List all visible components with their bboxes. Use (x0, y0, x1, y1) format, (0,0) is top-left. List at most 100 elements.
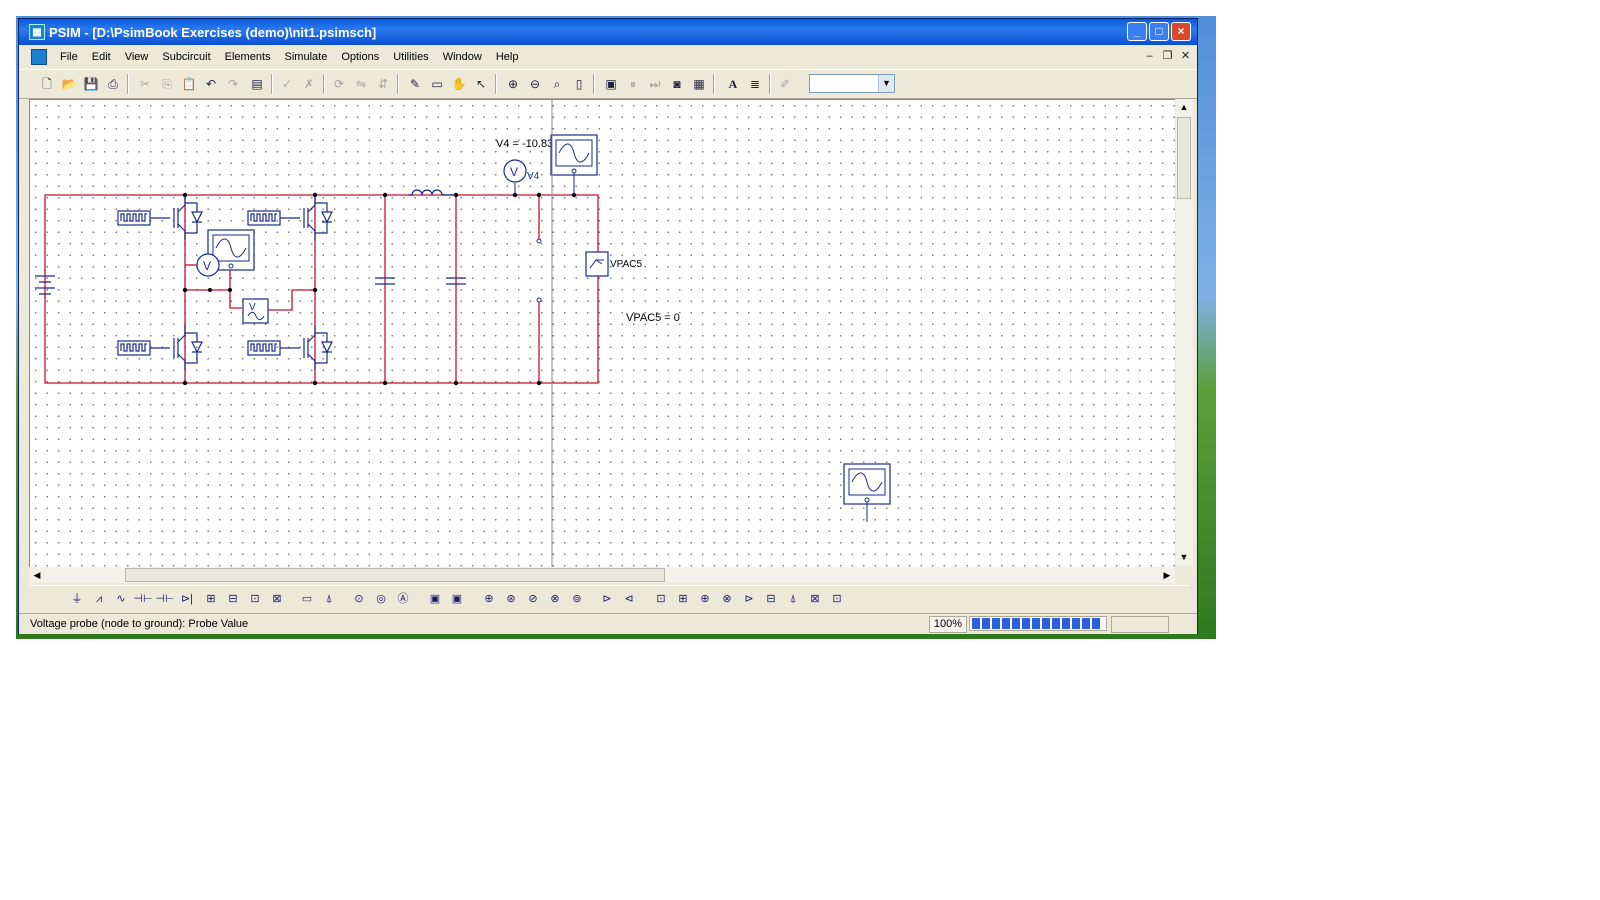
close-icon[interactable]: × (1171, 22, 1191, 41)
ammeter-tool-icon[interactable]: ◎ (371, 589, 391, 609)
waveform-display-icon[interactable]: ▦ (689, 74, 709, 94)
label-tool-icon[interactable]: ⍋ (783, 589, 803, 609)
delete-icon[interactable]: ✗ (299, 74, 319, 94)
vertical-scrollbar[interactable]: ▲ ▼ (1176, 99, 1193, 565)
doc-minimize-icon[interactable]: – (1142, 49, 1157, 64)
scroll-down-icon[interactable]: ▼ (1176, 549, 1192, 565)
subcircuit-tool-icon[interactable]: ⊠ (805, 589, 825, 609)
flip-lr-icon[interactable]: ⇋ (351, 74, 371, 94)
open-folder-icon[interactable]: 📂 (59, 74, 79, 94)
text-icon[interactable]: A (723, 74, 743, 94)
thyristor-tool-icon[interactable]: ⊠ (267, 589, 287, 609)
triangle-source-tool-icon[interactable]: ⊚ (567, 589, 587, 609)
label-icon[interactable]: ▭ (427, 74, 447, 94)
flip-tb-icon[interactable]: ⇵ (373, 74, 393, 94)
toolbar-separator (323, 74, 325, 94)
pan-hand-icon[interactable]: ✋ (449, 74, 469, 94)
psim-app-icon[interactable]: ▦ (29, 24, 45, 40)
doc-close-icon[interactable]: ✕ (1178, 49, 1193, 64)
step-icon[interactable]: ⏭ (645, 74, 665, 94)
vertical-scroll-thumb[interactable] (1177, 117, 1191, 199)
switch-tool-icon[interactable]: ⊞ (201, 589, 221, 609)
ac-source-tool-icon[interactable]: ⊕ (479, 589, 499, 609)
scroll-right-icon[interactable]: ▶ (1159, 567, 1175, 583)
mosfet-tool-icon[interactable]: ⊟ (223, 589, 243, 609)
progress-bar (969, 616, 1107, 631)
current-source-tool-icon[interactable]: ⊘ (523, 589, 543, 609)
menu-options[interactable]: Options (334, 51, 386, 63)
menu-subcircuit[interactable]: Subcircuit (155, 51, 217, 63)
menu-file[interactable]: File (53, 51, 85, 63)
cut-icon[interactable]: ✂ (135, 74, 155, 94)
wire-pencil-icon[interactable]: ✎ (405, 74, 425, 94)
integrator-tool-icon[interactable]: ⊞ (673, 589, 693, 609)
save-icon[interactable]: 💾 (81, 74, 101, 94)
minimize-icon[interactable]: _ (1127, 22, 1147, 41)
floating-scope-icon[interactable] (843, 463, 891, 522)
scope-tool-icon[interactable]: ▣ (425, 589, 445, 609)
gain-tool-icon[interactable]: ⊡ (651, 589, 671, 609)
maximize-icon[interactable]: □ (1149, 22, 1169, 41)
copy-icon[interactable]: ⎘ (157, 74, 177, 94)
text-format-icon[interactable]: ≣ (745, 74, 765, 94)
inductor-icon (408, 189, 456, 196)
probe-tool-icon[interactable]: ⍋ (319, 589, 339, 609)
check-icon[interactable]: ✓ (277, 74, 297, 94)
menu-window[interactable]: Window (436, 51, 489, 63)
diode-tool-icon[interactable]: ⊳| (177, 589, 197, 609)
simview-icon[interactable]: ◙ (667, 74, 687, 94)
element-dropdown[interactable]: ▼ (809, 74, 895, 93)
print-icon[interactable]: ⎙ (103, 74, 123, 94)
horizontal-scroll-thumb[interactable] (125, 568, 665, 582)
edit-image-icon[interactable]: ✐ (775, 74, 795, 94)
menu-view[interactable]: View (118, 51, 156, 63)
page-icon[interactable]: ▯ (569, 74, 589, 94)
square-source-tool-icon[interactable]: ⊗ (545, 589, 565, 609)
zoom-out-icon[interactable]: ⊖ (525, 74, 545, 94)
schematic-canvas[interactable]: V V V V4 V4 = -10.8327 VPAC5 VPAC5 = 0 (29, 99, 1175, 567)
comparator-tool-icon[interactable]: ⊳ (597, 589, 617, 609)
zoom-in-icon[interactable]: ⊕ (503, 74, 523, 94)
pause-icon[interactable]: ⏸ (623, 74, 643, 94)
new-file-icon[interactable]: 🗋 (37, 74, 57, 94)
voltage-source-tool-icon[interactable]: ⊛ (501, 589, 521, 609)
multiplier-tool-icon[interactable]: ⊗ (717, 589, 737, 609)
op-amp-tool-icon[interactable]: ⊲ (619, 589, 639, 609)
voltmeter-tool-icon[interactable]: ⊙ (349, 589, 369, 609)
rotate-icon[interactable]: ⟳ (329, 74, 349, 94)
horizontal-scrollbar[interactable]: ◀ ▶ (29, 567, 1175, 583)
ground-icon[interactable]: ⏚ (67, 589, 87, 609)
doc-restore-icon[interactable]: ❐ (1160, 49, 1175, 64)
menu-elements[interactable]: Elements (218, 51, 278, 63)
document-icon[interactable] (31, 49, 47, 65)
igbt-tool-icon[interactable]: ⊡ (245, 589, 265, 609)
zoom-fit-icon[interactable]: ⌕ (547, 74, 567, 94)
inductor-tool-icon[interactable]: ∿ (111, 589, 131, 609)
paste-icon[interactable]: 📋 (179, 74, 199, 94)
undo-icon[interactable]: ↶ (201, 74, 221, 94)
transfer-function-tool-icon[interactable]: ⊟ (761, 589, 781, 609)
select-pointer-icon[interactable]: ↖ (471, 74, 491, 94)
chevron-down-icon[interactable]: ▼ (878, 75, 894, 92)
summer-tool-icon[interactable]: ⊕ (695, 589, 715, 609)
resistor-icon[interactable]: ⩘ (89, 589, 109, 609)
vpac-name-label: VPAC5 (610, 259, 642, 270)
current-probe-tool-icon[interactable]: Ⓐ (393, 589, 413, 609)
run-simulation-icon[interactable]: ▣ (601, 74, 621, 94)
port-tool-icon[interactable]: ⊡ (827, 589, 847, 609)
scroll-left-icon[interactable]: ◀ (29, 567, 45, 583)
scroll-up-icon[interactable]: ▲ (1176, 99, 1192, 115)
limiter-tool-icon[interactable]: ⊳ (739, 589, 759, 609)
title-bar[interactable]: ▦ PSIM - [D:\PsimBook Exercises (demo)\n… (19, 19, 1197, 45)
gating-tool-icon[interactable]: ▭ (297, 589, 317, 609)
menu-simulate[interactable]: Simulate (278, 51, 335, 63)
dc-source-tool-icon[interactable]: ⊣⊢ (155, 589, 175, 609)
menu-utilities[interactable]: Utilities (386, 51, 435, 63)
dual-scope-tool-icon[interactable]: ▣ (447, 589, 467, 609)
toolbar-separator (593, 74, 595, 94)
capacitor-tool-icon[interactable]: ⊣⊢ (133, 589, 153, 609)
menu-edit[interactable]: Edit (85, 51, 118, 63)
clipboard-icon[interactable]: ▤ (247, 74, 267, 94)
redo-icon[interactable]: ↷ (223, 74, 243, 94)
menu-help[interactable]: Help (489, 51, 526, 63)
